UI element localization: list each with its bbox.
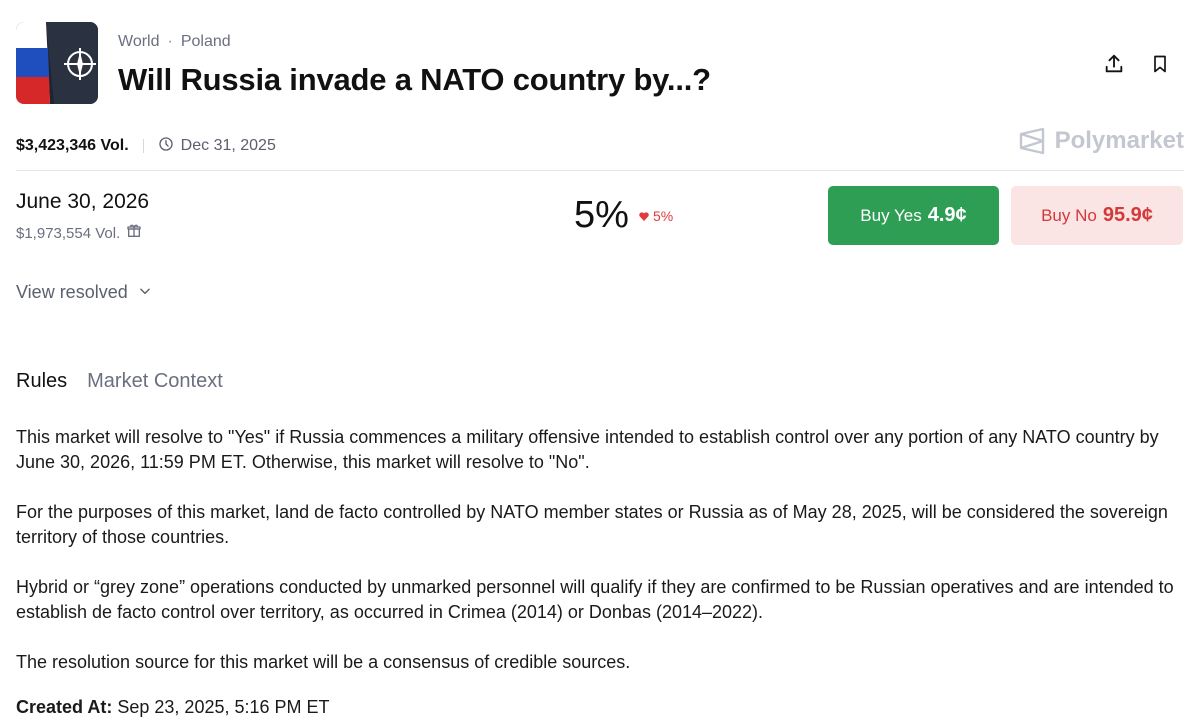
market-meta: $3,423,346 Vol. Dec 31, 2025 Polymarket [16,127,1184,159]
breadcrumb-subcategory[interactable]: Poland [181,33,231,51]
tab-bar: Rules Market Context [16,370,223,393]
breadcrumb: World · Poland [118,33,231,51]
brand-name: Polymarket [1054,127,1184,154]
chevron-down-icon [138,282,152,303]
outcome-volume-text: $1,973,554 Vol. [16,224,121,242]
created-at-label: Created At: [16,697,113,717]
market-volume: $3,423,346 Vol. [16,137,129,154]
rules-paragraph: For the purposes of this market, land de… [16,502,1168,547]
market-thumbnail [16,22,98,104]
rules-paragraph: Hybrid or “grey zone” operations conduct… [16,577,1174,622]
market-title: Will Russia invade a NATO country by...? [118,62,711,97]
brand-logo: Polymarket [1019,127,1184,155]
clock-icon [158,136,174,157]
buy-no-button[interactable]: Buy No 95.9¢ [1011,186,1183,245]
outcome-row: June 30, 2026 $1,973,554 Vol. 5% 5% Buy … [16,186,1184,246]
view-resolved-toggle[interactable]: View resolved [16,282,152,303]
end-date-text: Dec 31, 2025 [180,137,276,154]
header-actions [1102,52,1172,76]
probability-change-value: 5% [653,208,674,224]
share-icon[interactable] [1102,52,1126,76]
tab-rules[interactable]: Rules [16,370,67,393]
probability-change: 5% [639,208,673,224]
rules-paragraph: This market will resolve to "Yes" if Rus… [16,427,1159,472]
created-at: Created At: Sep 23, 2025, 5:16 PM ET [16,697,330,718]
buy-yes-button[interactable]: Buy Yes 4.9¢ [828,186,999,245]
created-at-value: Sep 23, 2025, 5:16 PM ET [117,697,330,717]
section-divider [16,170,1184,171]
gift-icon [126,223,142,243]
meta-divider [142,139,144,153]
rules-text: This market will resolve to "Yes" if Rus… [16,425,1184,700]
market-header: World · Poland Will Russia invade a NATO… [16,22,1184,106]
tab-market-context[interactable]: Market Context [87,370,223,393]
view-resolved-label: View resolved [16,282,128,302]
breadcrumb-separator: · [167,33,173,50]
outcome-probability: 5% [574,194,629,236]
rules-paragraph: The resolution source for this market wi… [16,652,631,672]
bookmark-icon[interactable] [1148,52,1172,76]
heart-icon [639,208,649,224]
buy-yes-label: Buy Yes [860,205,922,225]
outcome-title: June 30, 2026 [16,190,150,213]
buy-no-price: 95.9¢ [1102,204,1153,226]
buy-no-label: Buy No [1041,205,1097,225]
buy-yes-price: 4.9¢ [927,204,967,226]
end-date: Dec 31, 2025 [158,136,276,157]
outcome-volume: $1,973,554 Vol. [16,223,142,243]
breadcrumb-category[interactable]: World [118,33,160,51]
